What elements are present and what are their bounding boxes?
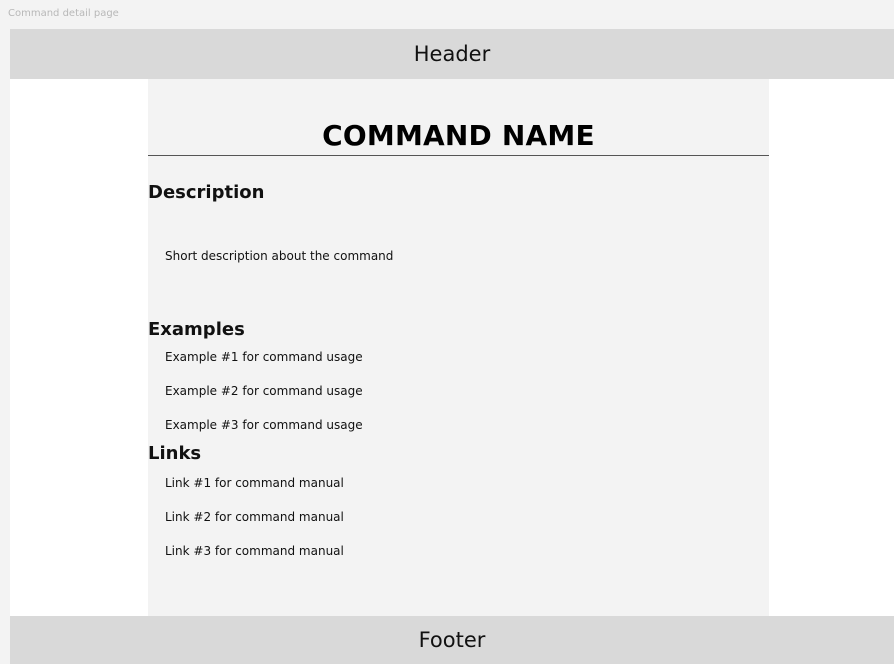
title-divider <box>148 155 769 156</box>
header-label: Header <box>413 42 491 66</box>
example-item: Example #1 for command usage <box>165 350 363 364</box>
footer: Footer <box>10 616 894 664</box>
description-heading: Description <box>148 182 265 203</box>
main-content: COMMAND NAME Description Short descripti… <box>148 79 769 616</box>
manual-link[interactable]: Link #2 for command manual <box>165 510 344 524</box>
footer-label: Footer <box>418 628 486 652</box>
description-text: Short description about the command <box>165 249 394 263</box>
page-frame: Header COMMAND NAME Description Short de… <box>10 29 894 664</box>
examples-heading: Examples <box>148 319 245 340</box>
manual-link[interactable]: Link #3 for command manual <box>165 544 344 558</box>
example-item: Example #2 for command usage <box>165 384 363 398</box>
frame-label: Command detail page <box>8 8 119 19</box>
links-heading: Links <box>148 443 202 464</box>
header: Header <box>10 29 894 79</box>
manual-link[interactable]: Link #1 for command manual <box>165 476 344 490</box>
example-item: Example #3 for command usage <box>165 418 363 432</box>
command-title: COMMAND NAME <box>322 119 595 152</box>
